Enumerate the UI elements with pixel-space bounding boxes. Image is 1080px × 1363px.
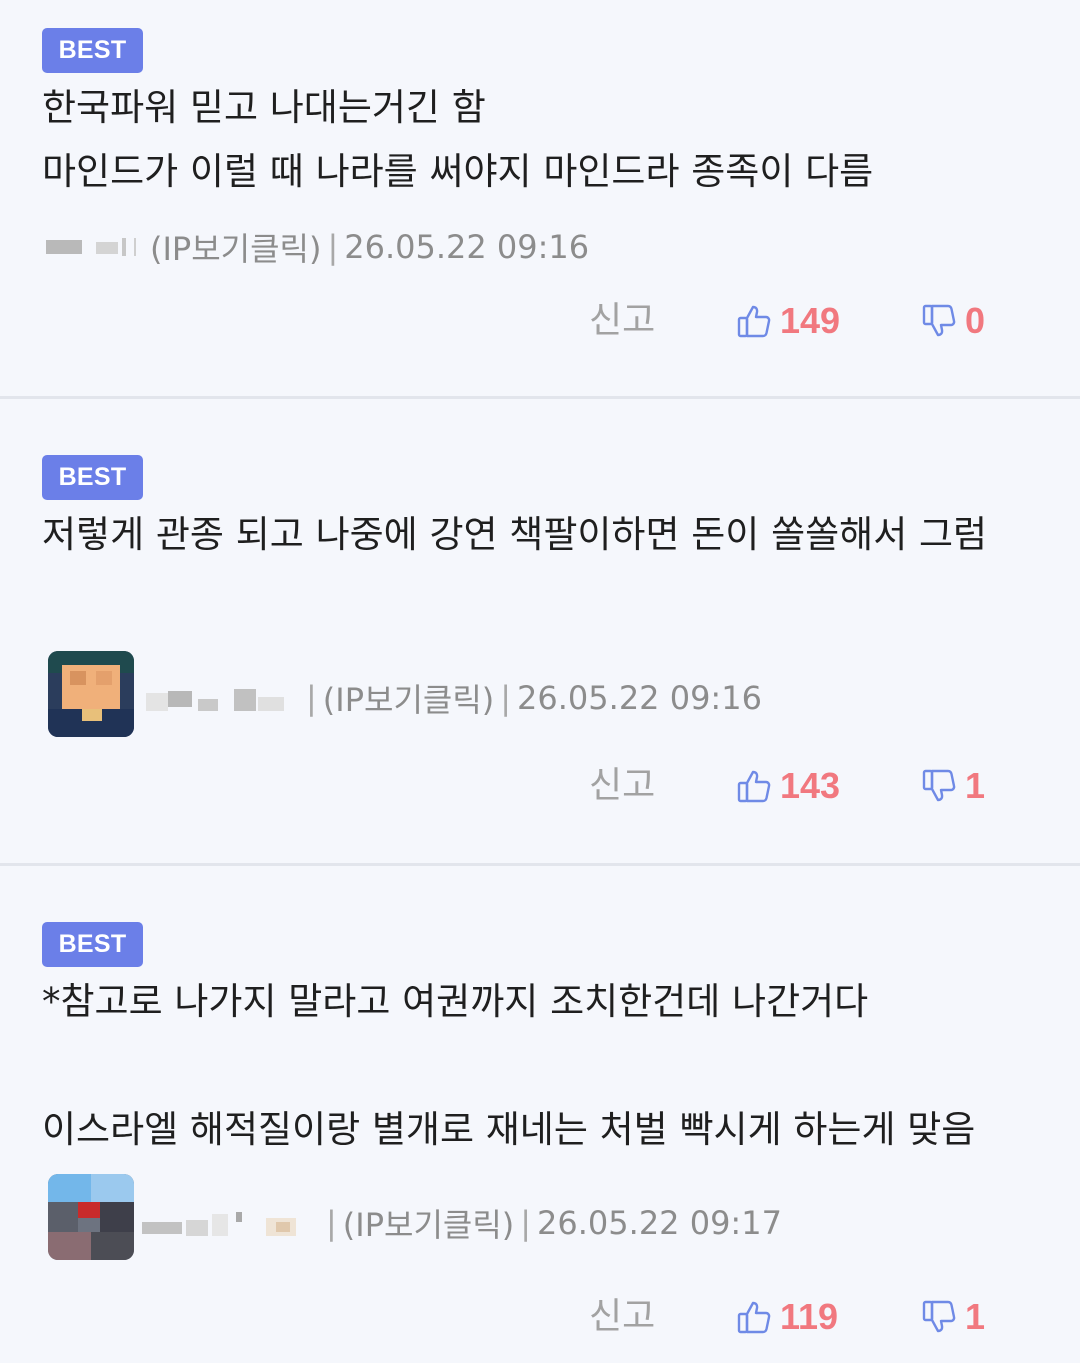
- thumbs-up-icon: [737, 770, 771, 803]
- comment-text: *참고로 나가지 말라고 여권까지 조치한건데 나간거다 이스라엘 해적질이랑 …: [42, 980, 976, 1151]
- ip-view-link[interactable]: (IP보기클릭): [150, 224, 321, 270]
- comment-item: BEST 저렇게 관종 되고 나중에 강연 책팔이하면 돈이 쏠쏠해서 그럼 |…: [0, 399, 1080, 863]
- report-button[interactable]: 신고: [589, 1292, 655, 1342]
- dislike-count: 0: [965, 300, 986, 341]
- comment-date: 26.05.22 09:17: [537, 1204, 782, 1242]
- avatar[interactable]: [48, 1174, 134, 1260]
- blurred-username: [142, 1212, 296, 1236]
- comment-meta: | (IP보기클릭) | 26.05.22 09:16: [142, 675, 762, 721]
- thumbs-down-icon: [922, 1300, 956, 1333]
- avatar[interactable]: [48, 651, 134, 737]
- best-badge: BEST: [42, 28, 143, 73]
- dislike-button[interactable]: 1: [921, 1292, 985, 1342]
- like-button[interactable]: 143: [736, 761, 840, 811]
- meta-separator: |: [520, 1204, 532, 1242]
- dislike-count: 1: [965, 765, 986, 806]
- like-count: 143: [780, 765, 841, 806]
- like-button[interactable]: 149: [736, 296, 840, 346]
- comment-meta: (IP보기클릭) | 26.05.22 09:16: [46, 224, 589, 270]
- like-button[interactable]: 119: [736, 1292, 838, 1342]
- comment-actions: 신고 119 1: [0, 1292, 1080, 1342]
- meta-separator: |: [326, 1204, 337, 1242]
- like-count: 149: [780, 300, 841, 341]
- comment-item: BEST *참고로 나가지 말라고 여권까지 조치한건데 나간거다 이스라엘 해…: [0, 866, 1080, 1363]
- comment-date: 26.05.22 09:16: [344, 228, 590, 266]
- meta-separator: |: [306, 679, 317, 717]
- thumbs-down-icon: [922, 769, 956, 802]
- dislike-count: 1: [965, 1296, 986, 1337]
- blurred-username: [146, 689, 284, 711]
- report-button[interactable]: 신고: [589, 761, 655, 811]
- best-badge: BEST: [42, 455, 143, 500]
- thumbs-down-icon: [922, 304, 956, 337]
- dislike-button[interactable]: 1: [921, 761, 985, 811]
- meta-separator: |: [327, 228, 339, 266]
- comment-actions: 신고 149 0: [0, 296, 1080, 346]
- thumbs-up-icon: [737, 1301, 771, 1334]
- comment-text: 저렇게 관종 되고 나중에 강연 책팔이하면 돈이 쏠쏠해서 그럼: [42, 513, 988, 556]
- ip-view-link[interactable]: (IP보기클릭): [343, 1200, 514, 1246]
- blurred-username: [46, 238, 136, 256]
- ip-view-link[interactable]: (IP보기클릭): [323, 675, 494, 721]
- comment-item: BEST 한국파워 믿고 나대는거긴 함 마인드가 이럴 때 나라를 써야지 마…: [0, 0, 1080, 396]
- comment-text: 한국파워 믿고 나대는거긴 함 마인드가 이럴 때 나라를 써야지 마인드라 종…: [42, 86, 874, 193]
- thumbs-up-icon: [737, 305, 771, 338]
- like-count: 119: [780, 1296, 839, 1337]
- dislike-button[interactable]: 0: [921, 296, 985, 346]
- comment-meta: | (IP보기클릭) | 26.05.22 09:17: [142, 1200, 782, 1246]
- meta-separator: |: [500, 679, 512, 717]
- comment-date: 26.05.22 09:16: [517, 679, 762, 717]
- best-badge: BEST: [42, 922, 143, 967]
- report-button[interactable]: 신고: [589, 296, 655, 346]
- comment-actions: 신고 143 1: [0, 761, 1080, 811]
